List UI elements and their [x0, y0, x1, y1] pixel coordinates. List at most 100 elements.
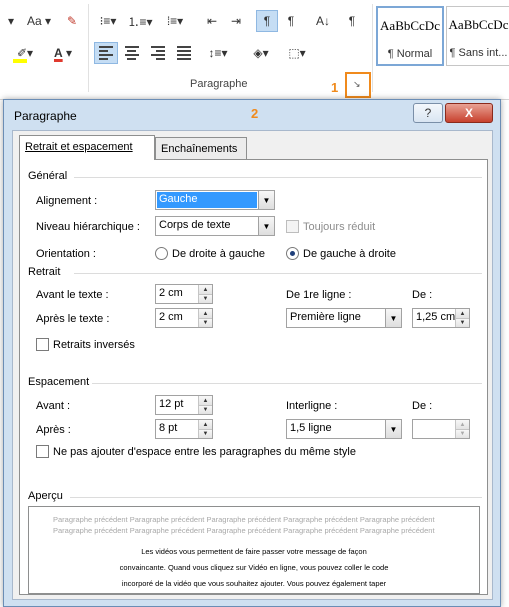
preview-current-line: incorporé de la vidéo que vous souhaitez… — [121, 579, 387, 588]
marker-2: 2 — [251, 106, 259, 121]
paragraph-dialog-launcher[interactable]: ↘ — [345, 72, 371, 98]
space-before-spinner[interactable]: 12 pt ▲ ▼ — [155, 395, 213, 415]
spin-down-icon[interactable]: ▼ — [198, 318, 212, 327]
indent-before-value: 2 cm — [159, 287, 183, 299]
align-right-icon[interactable] — [146, 42, 170, 64]
spacing-at-spinner[interactable]: ▲ ▼ — [412, 419, 470, 439]
increase-indent-icon[interactable]: ⇥ — [226, 10, 246, 32]
collapsed-label: Toujours réduit — [303, 221, 376, 233]
style-sample: AaBbCcDc — [380, 18, 440, 33]
line-spacing-select[interactable]: 1,5 ligne ▼ — [286, 419, 402, 439]
spacing-heading: Espacement — [28, 376, 90, 388]
space-before-label: Avant : — [36, 400, 71, 412]
dialog-title: Paragraphe — [14, 109, 77, 123]
chevron-down-icon[interactable]: ▼ — [258, 191, 274, 209]
borders-icon[interactable]: ⬚▾ — [282, 42, 312, 64]
indent-after-value: 2 cm — [159, 311, 183, 323]
no-space-same-style-checkbox[interactable] — [36, 445, 49, 458]
orientation-label: Orientation : — [36, 248, 96, 260]
spin-up-icon[interactable]: ▲ — [198, 420, 212, 429]
style-no-spacing[interactable]: AaBbCcDc ¶ Sans int... — [446, 6, 509, 66]
highlight-icon[interactable]: ✐ ▾ — [8, 42, 42, 64]
spin-down-icon[interactable]: ▼ — [198, 294, 212, 303]
spin-down-icon[interactable]: ▼ — [455, 318, 469, 327]
alignment-select[interactable]: Gauche ▼ — [155, 190, 275, 210]
indent-by-value: 1,25 cm — [416, 311, 456, 323]
ltr-direction-icon[interactable]: ¶ — [256, 10, 278, 32]
style-name: ¶ Sans int... — [449, 47, 508, 59]
divider — [70, 497, 482, 498]
space-after-spinner[interactable]: 8 pt ▲ ▼ — [155, 419, 213, 439]
outline-level-select[interactable]: Corps de texte ▼ — [155, 216, 275, 236]
indent-before-spinner[interactable]: 2 cm ▲ ▼ — [155, 284, 213, 304]
multilevel-list-icon[interactable]: ⁞≡▾ — [160, 10, 190, 32]
mirror-indents-label: Retraits inversés — [53, 339, 135, 351]
rtl-label: De droite à gauche — [172, 248, 265, 260]
spin-up-icon[interactable]: ▲ — [198, 285, 212, 294]
font-size-label: Aa — [26, 14, 42, 28]
align-center-icon[interactable] — [120, 42, 144, 64]
ltr-label: De gauche à droite — [303, 248, 396, 260]
font-size-button[interactable]: Aa ▾ — [22, 10, 56, 32]
preview-current-line: Les vidéos vous permettent de faire pass… — [141, 547, 367, 556]
launcher-icon: ↘ — [353, 79, 361, 89]
marker-1: 1 — [331, 80, 339, 95]
tab-label: Enchaînements — [161, 143, 238, 155]
spin-up-icon[interactable]: ▲ — [455, 420, 469, 429]
first-line-select[interactable]: Première ligne ▼ — [286, 308, 402, 328]
preview-box: Paragraphe précédent Paragraphe précéden… — [28, 506, 480, 594]
spin-down-icon[interactable]: ▼ — [455, 429, 469, 438]
spin-up-icon[interactable]: ▲ — [198, 396, 212, 405]
ribbon: ▾ Aa ▾ ✎ ✐ ▾ A ▾ ⁝≡▾ ⒈≡▾ ⁞≡▾ ⇤ ⇥ ¶ ¶ A↓ ¶… — [0, 0, 509, 100]
rtl-direction-icon[interactable]: ¶ — [280, 10, 302, 32]
dialog-titlebar[interactable]: Paragraphe 2 ? X — [4, 100, 500, 130]
style-normal[interactable]: AaBbCcDc ¶ Normal — [376, 6, 444, 66]
indent-after-spinner[interactable]: 2 cm ▲ ▼ — [155, 308, 213, 328]
spin-down-icon[interactable]: ▼ — [198, 429, 212, 438]
align-left-icon[interactable] — [94, 42, 118, 64]
collapsed-checkbox[interactable] — [286, 220, 299, 233]
bullets-icon[interactable]: ⁝≡▾ — [94, 10, 122, 32]
spin-up-icon[interactable]: ▲ — [198, 309, 212, 318]
numbering-icon[interactable]: ⒈≡▾ — [126, 10, 154, 32]
close-button[interactable]: X — [445, 103, 493, 123]
mirror-indents-checkbox[interactable] — [36, 338, 49, 351]
preview-previous-line: Paragraphe précédent Paragraphe précéden… — [53, 515, 435, 524]
indent-before-label: Avant le texte : — [36, 289, 109, 301]
decrease-indent-icon[interactable]: ⇤ — [202, 10, 222, 32]
chevron-down-icon[interactable]: ▼ — [385, 420, 401, 438]
tab-indents-spacing[interactable]: Retrait et espacement — [19, 135, 155, 160]
ltr-radio[interactable] — [286, 247, 299, 260]
style-sample: AaBbCcDc — [448, 17, 509, 32]
spin-up-icon[interactable]: ▲ — [455, 309, 469, 318]
general-heading: Général — [28, 170, 68, 182]
divider — [92, 383, 482, 384]
chevron-down-icon[interactable]: ▼ — [385, 309, 401, 327]
no-space-same-style-label: Ne pas ajouter d'espace entre les paragr… — [53, 446, 356, 458]
ribbon-separator — [372, 4, 373, 92]
tab-line-page-breaks[interactable]: Enchaînements — [155, 137, 247, 159]
chevron-down-icon[interactable]: ▼ — [258, 217, 274, 235]
text-effects-icon[interactable]: ▾ — [2, 10, 20, 32]
indent-by-label: De : — [412, 289, 433, 301]
shading-icon[interactable]: ◈▾ — [244, 42, 278, 64]
space-after-label: Après : — [36, 424, 71, 436]
space-after-value: 8 pt — [159, 422, 178, 434]
sort-icon[interactable]: A↓ — [312, 10, 334, 32]
space-before-value: 12 pt — [159, 398, 184, 410]
font-color-icon[interactable]: A ▾ — [46, 42, 80, 64]
spin-down-icon[interactable]: ▼ — [198, 405, 212, 414]
tab-label: Retrait et espacement — [25, 141, 133, 153]
indent-by-spinner[interactable]: 1,25 cm ▲ ▼ — [412, 308, 470, 328]
tab-panel: Général Alignement : Gauche ▼ Niveau hié… — [19, 159, 488, 595]
first-line-value: Première ligne — [290, 311, 361, 323]
rtl-radio[interactable] — [155, 247, 168, 260]
preview-heading: Aperçu — [28, 490, 63, 502]
show-formatting-icon[interactable]: ¶ — [342, 10, 362, 32]
preview-previous-line: Paragraphe précédent Paragraphe précéden… — [53, 526, 435, 535]
eraser-icon[interactable]: ✎ — [62, 10, 82, 32]
alignment-label: Alignement : — [36, 195, 98, 207]
line-spacing-icon[interactable]: ↕≡▾ — [202, 42, 234, 64]
help-button[interactable]: ? — [413, 103, 443, 123]
justify-icon[interactable] — [172, 42, 196, 64]
